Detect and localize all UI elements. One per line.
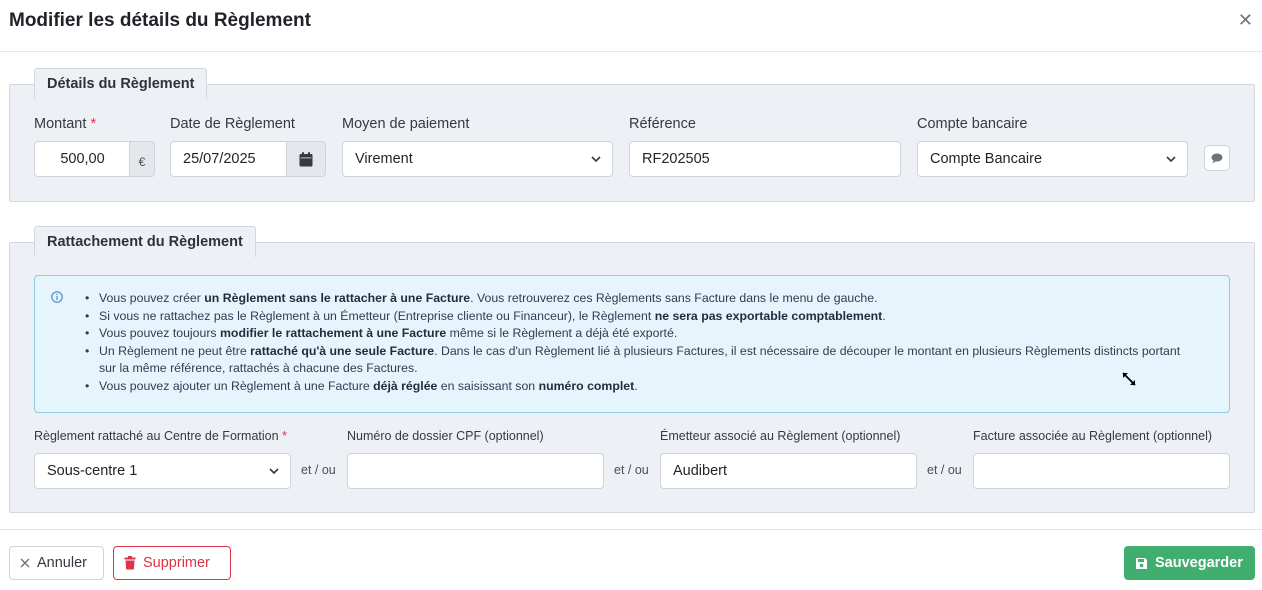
chevron-down-icon (591, 156, 601, 163)
delete-label: Supprimer (143, 555, 210, 571)
reference-input[interactable]: RF202505 (629, 141, 901, 177)
info-item: Vous pouvez créer un Règlement sans le r… (85, 290, 1199, 308)
chevron-down-icon (269, 468, 279, 475)
compte-label: Compte bancaire (917, 116, 1028, 132)
comment-icon (1211, 153, 1223, 163)
cpf-input[interactable] (347, 453, 604, 489)
close-icon[interactable]: ✕ (1238, 10, 1253, 30)
moyen-value: Virement (355, 151, 413, 167)
emetteur-label: Émetteur associé au Règlement (optionnel… (660, 429, 901, 443)
et-ou-text: et / ou (614, 463, 649, 477)
montant-label: Montant * (34, 116, 97, 132)
cancel-button[interactable]: Annuler (9, 546, 104, 580)
details-legend: Détails du Règlement (34, 68, 208, 99)
centre-select[interactable]: Sous-centre 1 (34, 453, 291, 489)
save-label: Sauvegarder (1155, 555, 1243, 571)
facture-input[interactable] (973, 453, 1230, 489)
floppy-disk-icon (1136, 557, 1147, 569)
moyen-label: Moyen de paiement (342, 116, 470, 132)
reference-label: Référence (629, 116, 696, 132)
compte-value: Compte Bancaire (930, 151, 1043, 167)
info-alert: Vous pouvez créer un Règlement sans le r… (34, 275, 1230, 413)
facture-label: Facture associée au Règlement (optionnel… (973, 429, 1213, 443)
emetteur-input[interactable]: Audibert (660, 453, 917, 489)
info-icon (51, 291, 63, 303)
save-button[interactable]: Sauvegarder (1124, 546, 1255, 580)
date-input[interactable]: 25/07/2025 (170, 141, 288, 177)
moyen-select[interactable]: Virement (342, 141, 613, 177)
close-icon (20, 558, 30, 568)
calendar-button[interactable] (286, 141, 326, 177)
resize-cursor-icon (1122, 372, 1136, 386)
info-item: Un Règlement ne peut être rattaché qu'à … (85, 343, 1199, 378)
et-ou-text: et / ou (301, 463, 336, 477)
centre-value: Sous-centre 1 (47, 463, 138, 479)
compte-select[interactable]: Compte Bancaire (917, 141, 1188, 177)
info-item: Si vous ne rattachez pas le Règlement à … (85, 308, 1199, 326)
cancel-label: Annuler (37, 555, 87, 571)
info-item: Vous pouvez toujours modifier le rattach… (85, 325, 1199, 343)
trash-icon (124, 556, 136, 570)
footer-divider (0, 529, 1262, 530)
cpf-label: Numéro de dossier CPF (optionnel) (347, 429, 544, 443)
modal-header: Modifier les détails du Règlement ✕ (0, 0, 1262, 52)
delete-button[interactable]: Supprimer (113, 546, 231, 580)
date-label: Date de Règlement (170, 116, 295, 132)
centre-label: Règlement rattaché au Centre de Formatio… (34, 429, 287, 443)
et-ou-text: et / ou (927, 463, 962, 477)
calendar-icon (299, 151, 313, 166)
chevron-down-icon (1166, 156, 1176, 163)
comment-button[interactable] (1204, 145, 1230, 171)
info-item: Vous pouvez ajouter un Règlement à une F… (85, 378, 1199, 396)
currency-addon: € (129, 141, 155, 177)
montant-input[interactable]: 500,00 (34, 141, 131, 177)
rattachement-legend: Rattachement du Règlement (34, 226, 256, 257)
info-list: Vous pouvez créer un Règlement sans le r… (85, 290, 1199, 396)
modal-title: Modifier les détails du Règlement (9, 10, 311, 31)
